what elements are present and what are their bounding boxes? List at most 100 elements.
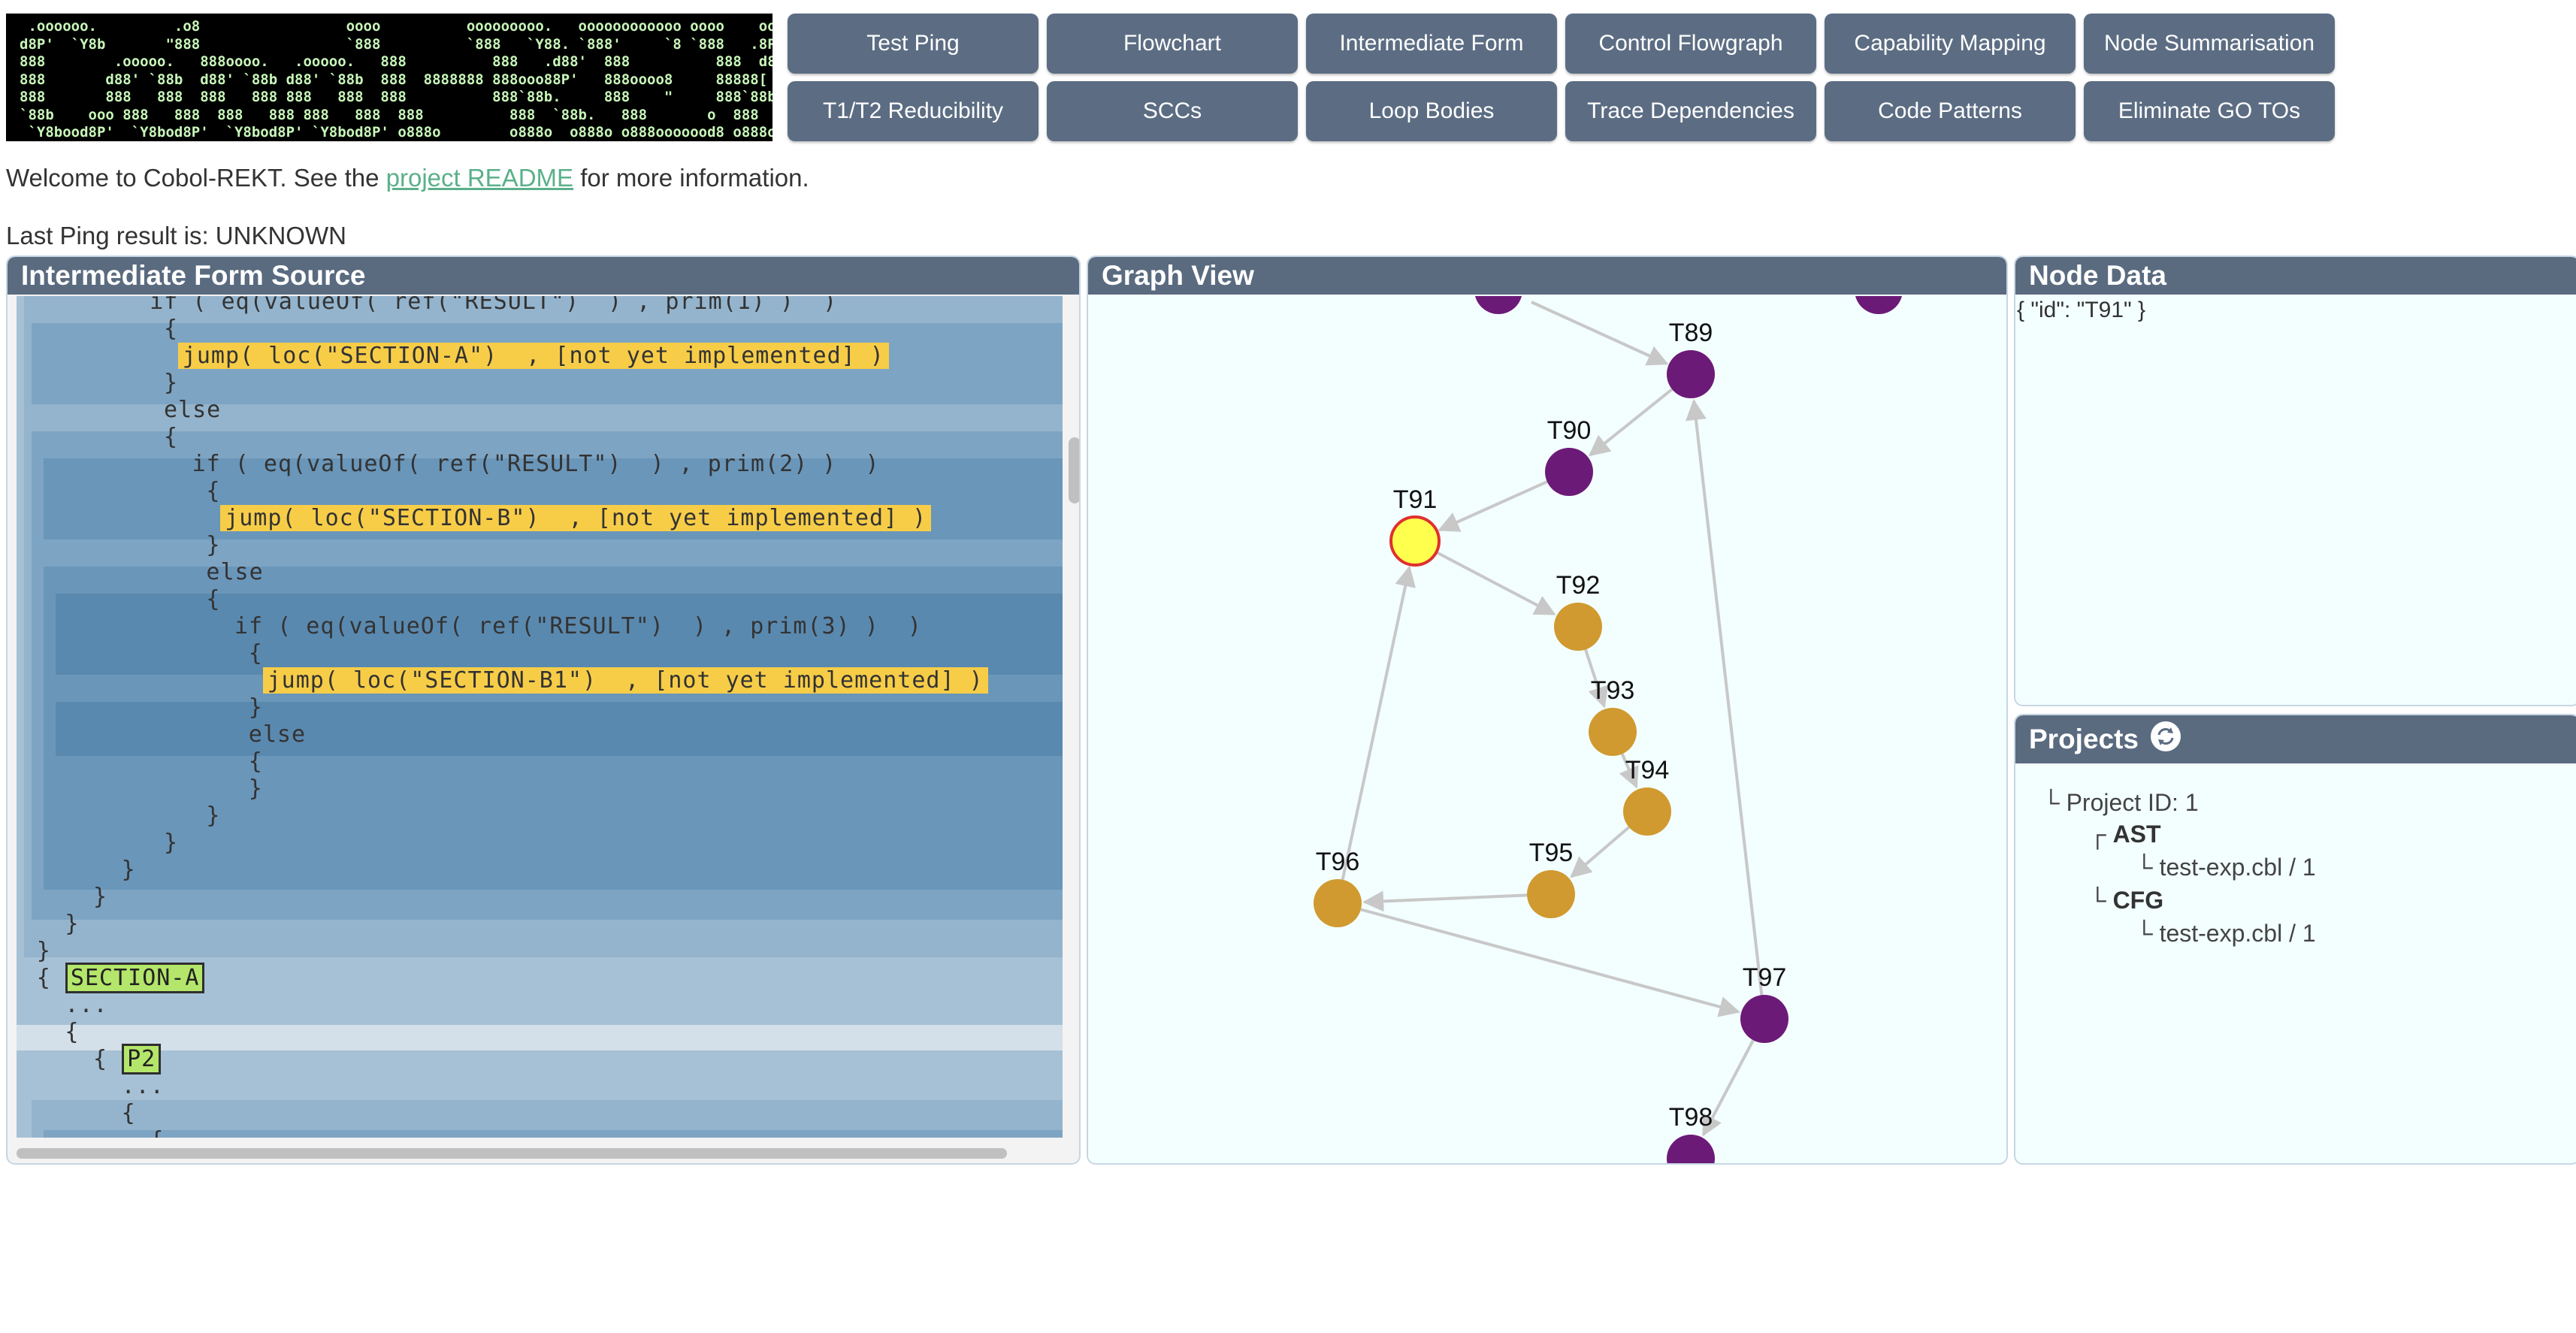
graph-edge-T90-T91 <box>1438 480 1548 532</box>
code-line: { <box>164 424 179 450</box>
graph-node-label: T91 <box>1393 485 1438 514</box>
graph-node-t95[interactable] <box>1527 870 1575 918</box>
tree-item[interactable]: └ test-exp.cbl / 1 <box>2136 920 2316 948</box>
graph-node-t90[interactable] <box>1545 448 1593 496</box>
panel-title: Graph View <box>1088 257 2006 295</box>
graph-edge-T96-T97 <box>1360 908 1740 1017</box>
graph-node-label: T92 <box>1556 571 1601 600</box>
graph-node-label: T95 <box>1529 839 1574 867</box>
graph-node-label: T94 <box>1625 756 1670 784</box>
tree-group-label: AST <box>2112 821 2161 848</box>
code-line: { <box>65 1019 80 1045</box>
code-line: } <box>65 911 80 937</box>
code-line: jump( loc("SECTION-B") , [not yet implem… <box>220 505 932 532</box>
flowchart-button[interactable]: Flowchart <box>1047 14 1298 74</box>
welcome-suffix: for more information. <box>573 164 809 192</box>
code-line: } <box>248 775 263 802</box>
capability-mapping-button[interactable]: Capability Mapping <box>1825 14 2076 74</box>
project-node[interactable]: └ Project ID: 1 <box>2042 789 2199 817</box>
graph-node-t92[interactable] <box>1554 603 1602 651</box>
tree-item[interactable]: └ test-exp.cbl / 1 <box>2136 854 2316 881</box>
graph-canvas[interactable]: T89 T90 T91 T92 T93 T94 T95 T96 T97 T98 <box>1088 296 2006 1163</box>
graph-node-t89[interactable] <box>1667 350 1715 398</box>
graph-edge-T95-T96 <box>1362 890 1528 912</box>
jump-statement[interactable]: jump( loc("SECTION-B1") , [not yet imple… <box>262 667 988 694</box>
section-label[interactable]: P2 <box>122 1044 162 1075</box>
trace-dependencies-button[interactable]: Trace Dependencies <box>1565 81 1816 141</box>
code-line: if ( eq(valueOf( ref("RESULT") ) , prim(… <box>234 613 922 639</box>
code-line: } <box>164 370 179 396</box>
code-line: } <box>36 938 51 964</box>
graph-node-label: T98 <box>1669 1103 1713 1132</box>
code-line: else <box>164 397 222 423</box>
graph-view-panel: Graph View T89 T90 T91 T92 T93 T94 T95 T96 T97 T9… <box>1087 255 2008 1165</box>
graph-node-label: T93 <box>1591 676 1635 705</box>
projects-title: Projects <box>2029 724 2139 754</box>
code-line: { <box>206 478 221 504</box>
code-line: else <box>248 721 307 748</box>
cobol-rekt-logo: .oooooo. .o8 oooo ooooooooo. ooooooooooo… <box>6 14 772 141</box>
control-flowgraph-button[interactable]: Control Flowgraph <box>1565 14 1816 74</box>
code-line: { SECTION-A <box>37 963 205 993</box>
project-label: Project ID: 1 <box>2066 789 2199 816</box>
tree-group-label: CFG <box>2112 887 2164 914</box>
graph-node-partial[interactable] <box>1855 296 1903 314</box>
welcome-message: Welcome to Cobol-REKT. See the project R… <box>6 164 809 192</box>
nesting-block <box>56 702 1063 756</box>
refresh-icon[interactable] <box>2149 720 2182 753</box>
code-line: } <box>206 803 221 829</box>
graph-edge <box>1531 301 1669 366</box>
graph-node-label: T96 <box>1316 848 1360 876</box>
graph-node-label: T90 <box>1547 416 1592 445</box>
code-line: { P2 <box>93 1044 162 1075</box>
graph-node-t96[interactable] <box>1314 879 1362 927</box>
node-summarisation-button[interactable]: Node Summarisation <box>2084 14 2335 74</box>
tree-group-cfg[interactable]: └ CFG <box>2089 887 2163 914</box>
graph-node-label: T97 <box>1743 963 1787 992</box>
graph-node-t94[interactable] <box>1623 787 1671 836</box>
jump-statement[interactable]: jump( loc("SECTION-A") , [not yet implem… <box>177 343 889 369</box>
code-view[interactable]: if ( eq(valueOf( ref("RESULT") ) , prim(… <box>17 296 1063 1138</box>
graph-edge-T89-T90 <box>1588 388 1673 457</box>
code-line: ... <box>121 1073 165 1099</box>
node-data-content: { "id": "T91" } <box>2017 298 2146 322</box>
code-line: } <box>93 884 108 910</box>
graph-node-partial[interactable] <box>1474 296 1522 314</box>
code-line: jump( loc("SECTION-A") , [not yet implem… <box>177 343 889 370</box>
code-line: } <box>164 830 179 856</box>
intermediate-form-button[interactable]: Intermediate Form <box>1306 14 1557 74</box>
sccs-button[interactable]: SCCs <box>1047 81 1298 141</box>
code-patterns-button[interactable]: Code Patterns <box>1825 81 2076 141</box>
t1-t2-reducibility-button[interactable]: T1/T2 Reducibility <box>788 81 1039 141</box>
graph-node-t93[interactable] <box>1589 708 1637 756</box>
nesting-block <box>44 1130 1063 1138</box>
code-line: if ( eq(valueOf( ref("RESULT") ) , prim(… <box>150 296 838 315</box>
readme-link[interactable]: project README <box>386 164 573 192</box>
section-label[interactable]: SECTION-A <box>65 963 205 993</box>
tree-group-ast[interactable]: ┌ AST <box>2089 821 2161 848</box>
jump-statement[interactable]: jump( loc("SECTION-B") , [not yet implem… <box>220 505 932 531</box>
graph-node-t98[interactable] <box>1667 1135 1715 1163</box>
horizontal-scrollbar[interactable] <box>17 1148 1007 1159</box>
code-line: } <box>248 694 263 721</box>
eliminate-go-tos-button[interactable]: Eliminate GO TOs <box>2084 81 2335 141</box>
intermediate-form-panel: Intermediate Form Source if ( eq(valueOf… <box>6 255 1081 1165</box>
projects-panel: Projects └ Project ID: 1 ┌ AST └ test-exp… <box>2014 714 2576 1165</box>
code-line: { <box>248 640 263 666</box>
code-line: } <box>206 532 221 558</box>
vertical-scrollbar[interactable] <box>1069 437 1079 503</box>
code-line: { <box>150 1127 164 1138</box>
panel-title: Projects <box>2015 715 2576 763</box>
loop-bodies-button[interactable]: Loop Bodies <box>1306 81 1557 141</box>
code-line: { <box>206 586 221 612</box>
graph-node-label: T89 <box>1669 319 1713 347</box>
graph-edge-T91-T92 <box>1435 551 1556 616</box>
graph-node-t97[interactable] <box>1740 995 1788 1043</box>
graph-node-t91[interactable] <box>1389 515 1441 567</box>
test-ping-button[interactable]: Test Ping <box>788 14 1039 74</box>
code-line: { <box>164 316 179 342</box>
code-line: } <box>121 857 136 883</box>
ascii-logo-text: .oooooo. .o8 oooo ooooooooo. ooooooooooo… <box>20 18 772 141</box>
panel-title: Node Data <box>2015 257 2576 295</box>
code-line: ... <box>65 992 108 1018</box>
